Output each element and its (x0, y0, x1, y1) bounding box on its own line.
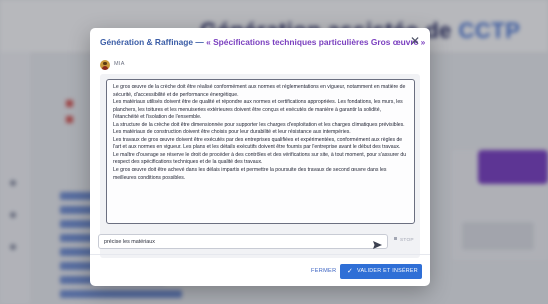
ai-author-label: MIA (114, 61, 125, 67)
message-paragraph: Les matériaux utilisés doivent être de q… (113, 99, 403, 121)
validate-insert-label: VALIDER ET INSÉRER (357, 268, 418, 274)
validate-insert-button[interactable]: ✓ VALIDER ET INSÉRER (340, 264, 422, 279)
ai-message: Le gros œuvre de la crèche doit être réa… (106, 79, 415, 224)
footer-divider (90, 254, 430, 255)
conversation-area: Le gros œuvre de la crèche doit être réa… (100, 74, 420, 258)
prompt-input[interactable] (104, 237, 366, 247)
close-button[interactable]: FERMER (311, 265, 336, 278)
stop-label: STOP (400, 238, 414, 243)
send-icon[interactable] (372, 237, 383, 249)
stop-button[interactable]: STOP (394, 237, 414, 247)
message-paragraph: La structure de la crèche doit être dime… (113, 121, 405, 136)
prompt-input-box (98, 234, 388, 249)
message-paragraph: Le maître d'ouvrage se réserve le droit … (113, 151, 407, 166)
stop-icon (394, 237, 397, 240)
dialog-header: Génération & Raffinage — « Spécification… (90, 28, 430, 56)
generation-dialog: Génération & Raffinage — « Spécification… (90, 28, 430, 286)
message-paragraph: Les travaux de gros œuvre doivent être e… (113, 136, 403, 151)
dialog-title: Génération & Raffinage — « Spécification… (100, 37, 426, 47)
check-icon: ✓ (347, 268, 354, 275)
message-paragraph: Le gros œuvre doit être achevé dans les … (113, 167, 387, 181)
close-icon[interactable]: ✕ (408, 34, 422, 48)
message-paragraph: Le gros œuvre de la crèche doit être réa… (113, 84, 406, 98)
ai-avatar-icon (100, 60, 110, 70)
